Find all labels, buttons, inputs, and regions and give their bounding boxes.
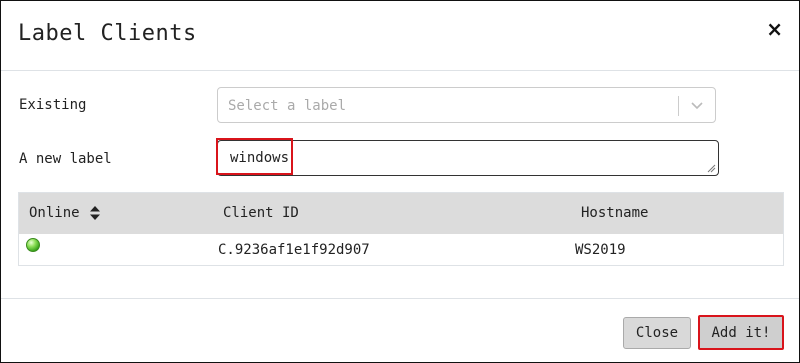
- select-placeholder: Select a label: [228, 98, 347, 114]
- close-icon[interactable]: ×: [766, 17, 783, 41]
- column-header-online[interactable]: Online: [29, 205, 80, 221]
- clients-table: Online Client ID Hostname C.9236af1e1f92…: [18, 192, 784, 266]
- existing-label-select[interactable]: Select a label: [217, 87, 716, 123]
- hostname-cell: WS2019: [575, 242, 626, 258]
- resize-grip-icon[interactable]: [707, 164, 716, 173]
- existing-label: Existing: [19, 97, 87, 113]
- dialog-footer: Close Add it!: [1, 298, 799, 363]
- new-label-label: A new label: [19, 151, 112, 167]
- dialog-header: Label Clients ×: [1, 1, 799, 71]
- add-it-button[interactable]: Add it!: [698, 315, 784, 350]
- online-status-icon: [26, 238, 40, 252]
- chevron-down-icon[interactable]: [689, 97, 705, 113]
- select-separator: [678, 96, 679, 116]
- column-header-client-id: Client ID: [223, 205, 299, 221]
- new-label-highlight: [216, 138, 293, 175]
- client-id-cell[interactable]: C.9236af1e1f92d907: [218, 242, 370, 258]
- column-header-hostname: Hostname: [581, 205, 649, 221]
- label-clients-dialog: Label Clients × Existing Select a label …: [0, 0, 800, 363]
- table-header: Online Client ID Hostname: [19, 193, 783, 234]
- dialog-title: Label Clients: [18, 21, 197, 46]
- close-button[interactable]: Close: [623, 317, 691, 349]
- sort-icon[interactable]: [90, 206, 100, 220]
